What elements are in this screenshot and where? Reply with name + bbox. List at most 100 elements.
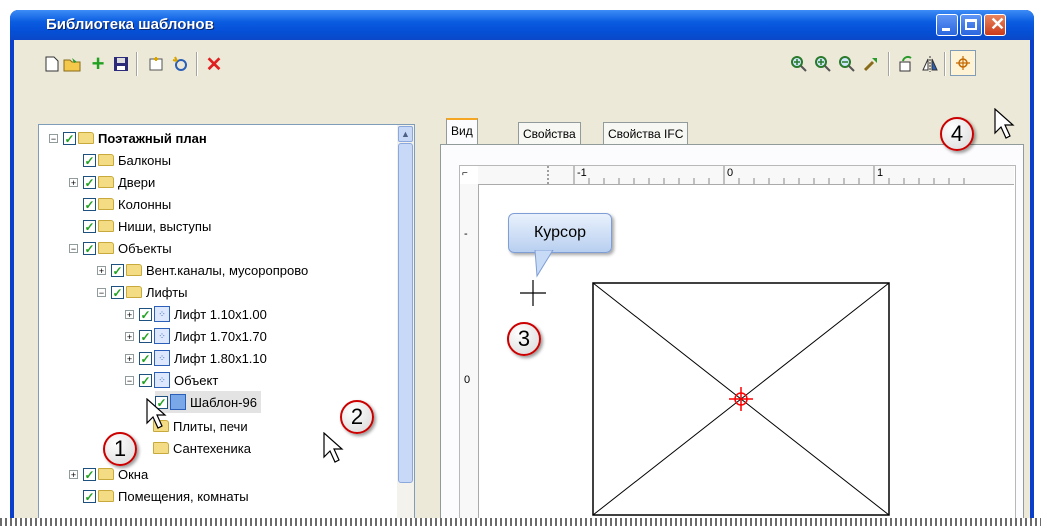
toolbar-separator: [136, 52, 138, 76]
folder-icon: [98, 220, 114, 232]
new-object-icon[interactable]: [170, 54, 190, 74]
checkbox-checked-icon[interactable]: ✓: [111, 285, 124, 299]
tree-item-object[interactable]: − ✓ ⁘ Объект: [125, 369, 218, 391]
tree-item-label: Шаблон-96: [190, 394, 257, 410]
expand-icon[interactable]: +: [125, 309, 134, 319]
object-icon: ⁘: [154, 350, 170, 366]
mirror-icon[interactable]: [920, 54, 940, 74]
scroll-thumb[interactable]: [398, 143, 413, 483]
tree-item-vent-channels[interactable]: + ✓ Вент.каналы, мусоропрово: [97, 259, 308, 281]
object-icon: ⁘: [154, 306, 170, 322]
checkbox-checked-icon[interactable]: ✓: [139, 351, 152, 365]
tree-item-label: Лифт 1.80x1.10: [174, 350, 267, 366]
rotate-icon[interactable]: [896, 54, 916, 74]
tree-item-label: Ниши, выступы: [118, 218, 212, 234]
toolbar-separator: [888, 52, 890, 76]
object-icon: ⁘: [154, 372, 170, 388]
tab-properties[interactable]: Свойства: [518, 122, 581, 144]
tree-item-elevator-3[interactable]: + ✓ ⁘ Лифт 1.80x1.10: [125, 347, 267, 369]
checkbox-checked-icon[interactable]: ✓: [139, 307, 152, 321]
tree-item-label: Помещения, комнаты: [118, 488, 249, 504]
tree-scrollbar[interactable]: ▲: [397, 125, 414, 526]
tree-item-balconies[interactable]: ✓ Балконы: [83, 149, 171, 171]
tree-item-label: Лифты: [146, 284, 188, 300]
checkbox-checked-icon[interactable]: ✓: [83, 219, 96, 233]
tree-item-label: Двери: [118, 174, 156, 190]
expand-icon[interactable]: +: [97, 265, 106, 275]
new-document-icon[interactable]: [42, 54, 62, 74]
tree-item-rooms[interactable]: ✓ Помещения, комнаты: [83, 485, 249, 507]
tree-item-plumbing[interactable]: Сантехеника: [153, 437, 251, 459]
tree-item-elevator-1[interactable]: + ✓ ⁘ Лифт 1.10x1.00: [125, 303, 267, 325]
tree-item-label: Колонны: [118, 196, 172, 212]
title-bar[interactable]: Библиотека шаблонов ✕: [10, 10, 1034, 40]
badge-1: 1: [103, 432, 137, 466]
template-tree[interactable]: − ✓ Поэтажный план ✓ Балконы + ✓ Двери ✓ Кол…: [38, 124, 415, 526]
tree-item-label: Лифт 1.70x1.70: [174, 328, 267, 344]
toolbar-separator: [196, 52, 198, 76]
tree-item-windows[interactable]: + ✓ Окна: [69, 463, 148, 485]
zoom-out-icon[interactable]: [837, 54, 857, 74]
badge-4: 4: [940, 117, 974, 151]
checkbox-checked-icon[interactable]: ✓: [83, 467, 96, 481]
new-item-icon[interactable]: [146, 54, 166, 74]
tree-item-elevators[interactable]: − ✓ Лифты: [97, 281, 188, 303]
checkbox-checked-icon[interactable]: ✓: [83, 241, 96, 255]
folder-icon: [98, 154, 114, 166]
tree-item-floor-plan[interactable]: − ✓ Поэтажный план: [49, 127, 207, 149]
collapse-icon[interactable]: −: [125, 375, 134, 385]
pan-icon[interactable]: [861, 54, 881, 74]
tree-item-label: Сантехеника: [173, 440, 251, 456]
expand-icon[interactable]: +: [69, 469, 78, 479]
checkbox-checked-icon[interactable]: ✓: [139, 329, 152, 343]
collapse-icon[interactable]: −: [49, 133, 58, 143]
scroll-up-button[interactable]: ▲: [398, 126, 413, 142]
tree-item-label: Плиты, печи: [173, 418, 248, 434]
maximize-button[interactable]: [960, 14, 982, 36]
tree-item-niches[interactable]: ✓ Ниши, выступы: [83, 215, 211, 237]
tree-item-label: Окна: [118, 466, 149, 482]
mouse-pointer-icon: [146, 398, 167, 429]
tree-item-columns[interactable]: ✓ Колонны: [83, 193, 171, 215]
toolbar-separator: [944, 52, 946, 76]
window-title: Библиотека шаблонов: [46, 16, 214, 33]
collapse-icon[interactable]: −: [69, 243, 78, 253]
callout-text: Курсор: [533, 224, 586, 241]
zoom-in-icon[interactable]: [813, 54, 833, 74]
checkbox-checked-icon[interactable]: ✓: [63, 131, 76, 145]
checkbox-checked-icon[interactable]: ✓: [83, 489, 96, 503]
add-icon[interactable]: +: [88, 51, 108, 76]
callout-pointer: [534, 250, 554, 278]
collapse-icon[interactable]: −: [97, 287, 106, 297]
tree-item-elevator-2[interactable]: + ✓ ⁘ Лифт 1.70x1.70: [125, 325, 267, 347]
expand-icon[interactable]: +: [125, 353, 134, 363]
folder-icon: [98, 490, 114, 502]
expand-icon[interactable]: +: [125, 331, 134, 341]
folder-icon: [153, 442, 169, 454]
tree-item-doors[interactable]: + ✓ Двери: [69, 171, 155, 193]
save-icon[interactable]: [111, 54, 131, 74]
folder-icon: [98, 468, 114, 480]
folder-icon: [98, 198, 114, 210]
open-folder-icon[interactable]: [62, 54, 82, 74]
delete-icon[interactable]: ✕: [204, 54, 224, 76]
checkbox-checked-icon[interactable]: ✓: [139, 373, 152, 387]
zoom-all-icon[interactable]: [789, 54, 809, 74]
tab-ifc-properties[interactable]: Свойства IFC: [603, 122, 689, 144]
toolbar: + ✕: [14, 40, 1030, 80]
tree-item-objects[interactable]: − ✓ Объекты: [69, 237, 172, 259]
minimize-button[interactable]: [936, 14, 958, 36]
checkbox-checked-icon[interactable]: ✓: [111, 263, 124, 277]
object-icon: ⁘: [154, 328, 170, 344]
close-window-button[interactable]: ✕: [984, 14, 1006, 36]
checkbox-checked-icon[interactable]: ✓: [83, 175, 96, 189]
tab-view[interactable]: Вид: [446, 118, 478, 145]
cursor-tool-button[interactable]: [950, 50, 976, 76]
checkbox-checked-icon[interactable]: ✓: [83, 153, 96, 167]
folder-icon: [78, 132, 94, 144]
expand-icon[interactable]: +: [69, 177, 78, 187]
tree-item-label: Поэтажный план: [98, 130, 207, 146]
close-icon: ✕: [990, 14, 1006, 34]
tree-item-template-96[interactable]: ✓ Шаблон-96: [155, 391, 261, 413]
checkbox-checked-icon[interactable]: ✓: [83, 197, 96, 211]
